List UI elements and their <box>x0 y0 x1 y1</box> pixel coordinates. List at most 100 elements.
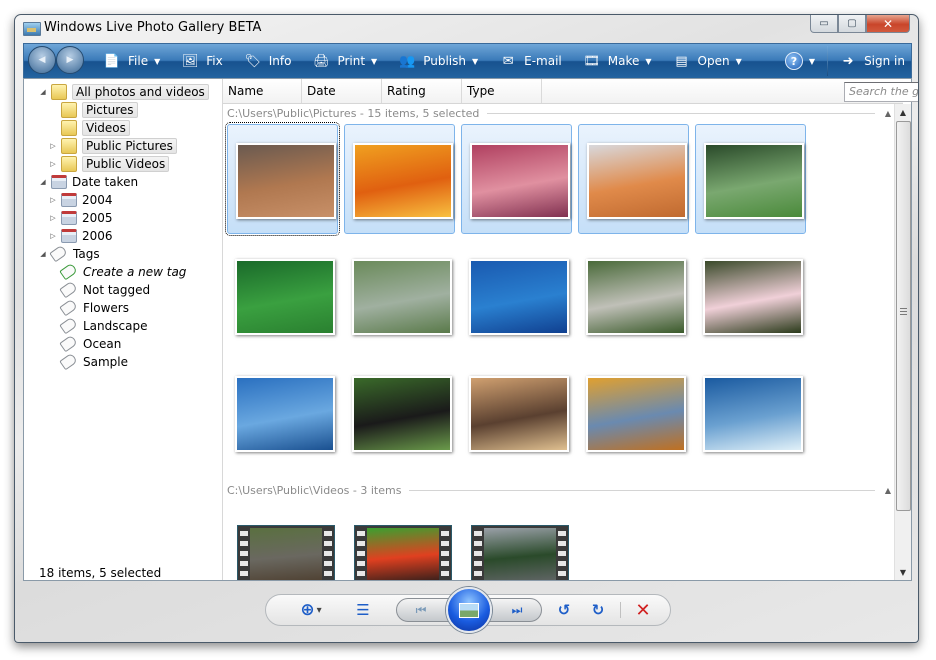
toolbar-open-button[interactable]: ▤ Open ▼ <box>674 53 741 69</box>
photo-thumbnail[interactable] <box>578 124 689 234</box>
calendar-icon <box>51 174 67 189</box>
collapse-icon[interactable]: ◢ <box>38 178 48 186</box>
rotate-counterclockwise-button[interactable]: ↺ <box>554 599 574 621</box>
photo-thumbnail[interactable] <box>461 358 572 468</box>
toolbar-email-button[interactable]: ✉ E-mail <box>500 53 562 69</box>
toolbar-file-button[interactable]: 📄 File ▼ <box>104 53 160 69</box>
tree-item-public-pictures[interactable]: ▷ Public Pictures <box>48 137 177 154</box>
collapse-icon[interactable]: ◢ <box>38 88 48 96</box>
film-strip-icon <box>441 528 449 580</box>
column-header-name[interactable]: Name <box>223 79 302 103</box>
rotate-clockwise-button[interactable]: ↻ <box>588 599 608 621</box>
tree-item-public-videos[interactable]: ▷ Public Videos <box>48 155 170 172</box>
folder-icon <box>61 101 77 118</box>
photo-thumbnail[interactable] <box>225 122 340 236</box>
tree-item-flowers[interactable]: Flowers <box>48 298 129 317</box>
window-title: Windows Live Photo Gallery BETA <box>44 20 262 35</box>
video-thumbnail[interactable] <box>471 525 569 580</box>
column-header-date[interactable]: Date <box>302 79 382 103</box>
tree-item-2004[interactable]: ▷ 2004 <box>48 191 113 208</box>
group-divider <box>409 489 875 491</box>
tree-item-ocean[interactable]: Ocean <box>48 334 121 353</box>
photo-image <box>703 376 803 452</box>
tree-item-create-a-new-tag[interactable]: Create a new tag <box>48 262 187 281</box>
file-icon: 📄 <box>103 53 121 69</box>
scroll-down-button[interactable]: ▼ <box>895 564 911 580</box>
film-strip-icon <box>324 528 332 580</box>
tree-item-2005[interactable]: ▷ 2005 <box>48 209 113 226</box>
video-thumbnail[interactable] <box>237 525 335 580</box>
expand-icon[interactable]: ▷ <box>48 214 58 222</box>
open-icon: ▤ <box>675 53 688 69</box>
toolbar-make-button[interactable]: 🎞 Make ▼ <box>584 53 652 69</box>
navigation-pane: ◢ All photos and videos Pictures Videos ▷ Pub… <box>24 79 223 580</box>
video-thumbnail[interactable] <box>354 525 452 580</box>
tree-item-videos[interactable]: Videos <box>48 119 130 136</box>
tree-item-label: Create a new tag <box>83 264 187 279</box>
forward-button[interactable]: ▶ <box>56 46 84 74</box>
toolbar-info-button[interactable]: 🏷 Info <box>244 53 291 69</box>
photo-thumbnail[interactable] <box>344 241 455 351</box>
vertical-scrollbar[interactable]: ▲ ▼ <box>894 104 911 580</box>
column-headers: Name Date Rating Type Search the gallery… <box>223 79 918 104</box>
help-button[interactable]: ? ▼ <box>784 52 815 70</box>
previous-button[interactable]: ⏮ <box>407 599 435 621</box>
forward-arrow-icon: ▶ <box>66 55 74 65</box>
slideshow-button[interactable] <box>446 587 492 633</box>
collapse-icon[interactable]: ◢ <box>38 250 48 258</box>
minimize-button[interactable]: ▭ <box>810 15 838 33</box>
details-view-button[interactable]: ☰ <box>352 599 374 621</box>
expand-icon[interactable]: ▷ <box>48 196 58 204</box>
group-header-pictures[interactable]: C:\Users\Public\Pictures - 15 items, 5 s… <box>227 106 893 120</box>
photo-thumbnail[interactable] <box>578 358 689 468</box>
tree-item-date-taken[interactable]: ◢ Date taken <box>38 173 138 190</box>
tree-item-sample[interactable]: Sample <box>48 352 128 371</box>
column-header-type[interactable]: Type <box>462 79 542 103</box>
photo-thumbnail[interactable] <box>227 358 338 468</box>
tree-item-tags[interactable]: ◢ Tags <box>38 244 100 263</box>
delete-button[interactable]: ✕ <box>632 599 654 621</box>
toolbar-publish-button[interactable]: 👥 Publish ▼ <box>399 53 478 69</box>
photo-thumbnail[interactable] <box>461 241 572 351</box>
photo-thumbnail[interactable] <box>227 241 338 351</box>
photo-thumbnail[interactable] <box>578 241 689 351</box>
tree-item-pictures[interactable]: Pictures <box>48 101 138 118</box>
expand-icon[interactable]: ▷ <box>48 232 58 240</box>
collapse-group-icon[interactable]: ▲ <box>885 486 891 495</box>
nav-buttons: ◀ ▶ <box>28 46 84 74</box>
photo-thumbnail[interactable] <box>344 358 455 468</box>
toolbar-fix-button[interactable]: 🖼 Fix <box>182 53 223 69</box>
back-arrow-icon: ◀ <box>38 55 46 65</box>
photo-thumbnail[interactable] <box>695 358 806 468</box>
collapse-group-icon[interactable]: ▲ <box>885 109 891 118</box>
maximize-button[interactable]: ▢ <box>838 15 866 33</box>
expand-icon[interactable]: ▷ <box>48 142 58 150</box>
group-header-videos[interactable]: C:\Users\Public\Videos - 3 items ▲ <box>227 483 893 497</box>
scroll-up-button[interactable]: ▲ <box>895 104 911 120</box>
zoom-button[interactable]: ⊕ ▾ <box>294 599 328 621</box>
photo-thumbnail[interactable] <box>695 241 806 351</box>
search-input[interactable]: Search the gallery ⚲ <box>844 82 918 102</box>
toolbar-print-button[interactable]: 🖨 Print ▼ <box>313 53 377 69</box>
film-strip-icon <box>474 528 482 580</box>
close-button[interactable]: ✕ <box>866 15 910 33</box>
photo-image <box>586 259 686 335</box>
add-tag-icon <box>59 262 78 281</box>
scrollbar-thumb[interactable] <box>896 121 911 511</box>
expand-icon[interactable]: ▷ <box>48 160 58 168</box>
next-button[interactable]: ⏭ <box>503 599 531 621</box>
tree-item-all-photos-and-videos[interactable]: ◢ All photos and videos <box>38 83 209 100</box>
photo-thumbnail[interactable] <box>344 124 455 234</box>
tree-item-not-tagged[interactable]: Not tagged <box>48 280 150 299</box>
column-header-rating[interactable]: Rating <box>382 79 462 103</box>
photo-thumbnail[interactable] <box>461 124 572 234</box>
tree-item-2006[interactable]: ▷ 2006 <box>48 227 113 244</box>
back-button[interactable]: ◀ <box>28 46 56 74</box>
tree-item-label: 2006 <box>82 228 113 243</box>
tree-item-label: Public Videos <box>82 155 170 172</box>
sign-in-button[interactable]: ➜ Sign in <box>840 53 905 69</box>
fix-icon: 🖼 <box>182 53 199 69</box>
photo-thumbnail[interactable] <box>695 124 806 234</box>
tree-item-landscape[interactable]: Landscape <box>48 316 147 335</box>
tree-item-label: All photos and videos <box>72 83 209 100</box>
